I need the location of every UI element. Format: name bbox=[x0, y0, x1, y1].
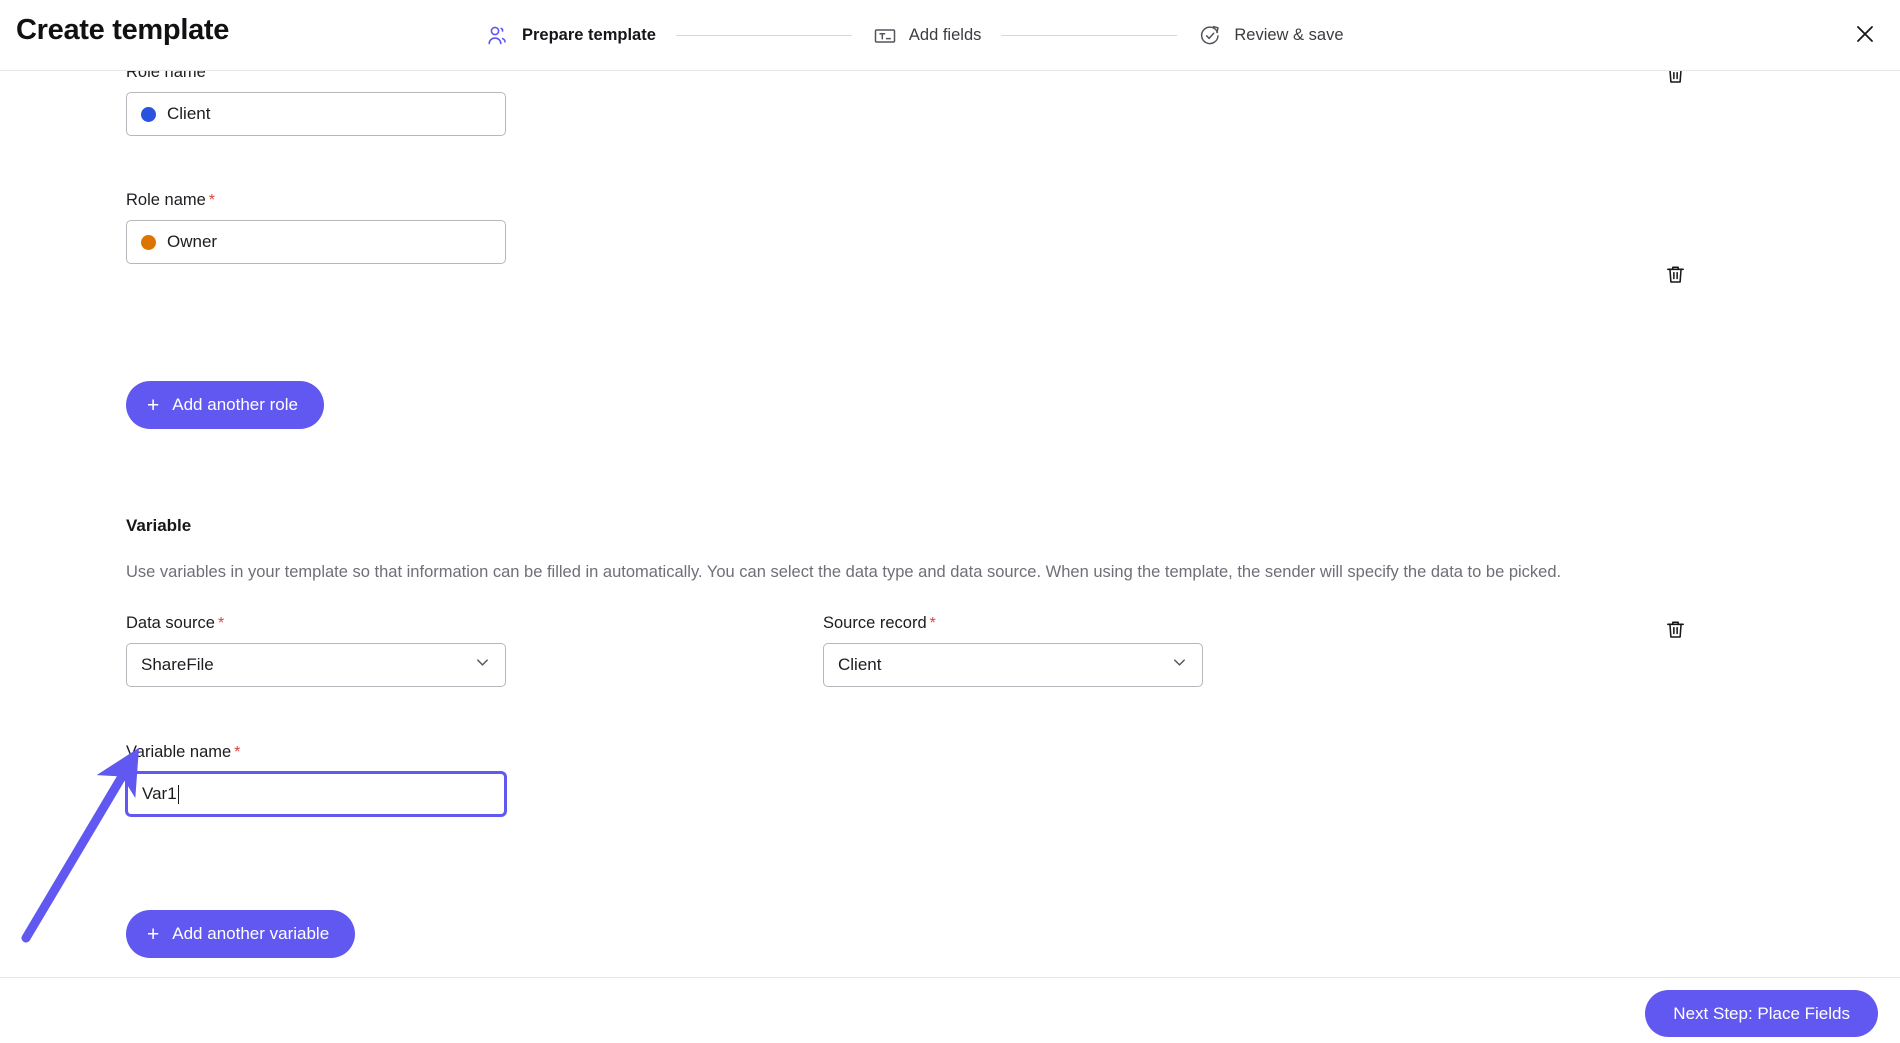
users-icon bbox=[485, 23, 511, 49]
close-button[interactable] bbox=[1848, 18, 1882, 52]
source-record-group: Source record * Client bbox=[823, 614, 1203, 687]
required-asterisk: * bbox=[208, 192, 216, 209]
step-label-add-fields: Add fields bbox=[908, 26, 982, 44]
source-record-value: Client bbox=[838, 655, 882, 674]
source-record-label: Source record * bbox=[823, 614, 1203, 633]
stepper-connector-2 bbox=[1001, 35, 1178, 36]
step-label-review-save: Review & save bbox=[1234, 26, 1344, 44]
variable-section-title: Variable bbox=[126, 516, 192, 535]
chevron-down-icon bbox=[474, 654, 491, 676]
trash-icon bbox=[1664, 71, 1687, 89]
wizard-stepper: Prepare template Add fields Review & sav… bbox=[485, 0, 1344, 71]
required-asterisk: * bbox=[217, 615, 225, 632]
variable-name-label: Variable name * bbox=[126, 743, 506, 762]
data-source-group: Data source * ShareFile bbox=[126, 614, 506, 687]
next-step-place-fields-button[interactable]: Next Step: Place Fields bbox=[1645, 990, 1878, 1037]
step-label-prepare-template: Prepare template bbox=[522, 26, 656, 44]
variable-name-label-text: Variable name bbox=[126, 743, 232, 761]
close-icon bbox=[1854, 23, 1876, 48]
data-source-label-text: Data source bbox=[126, 614, 215, 632]
trash-icon bbox=[1664, 618, 1687, 644]
plus-icon: + bbox=[147, 922, 160, 946]
text-field-icon bbox=[872, 23, 898, 49]
source-record-label-text: Source record bbox=[823, 614, 927, 632]
variable-name-value: Var1 bbox=[142, 784, 177, 803]
role-color-dot-owner bbox=[141, 234, 156, 250]
plus-icon: + bbox=[147, 393, 160, 417]
chevron-down-icon bbox=[1171, 654, 1188, 676]
required-asterisk: * bbox=[234, 744, 241, 761]
stepper-connector-1 bbox=[675, 35, 852, 36]
trash-icon bbox=[1664, 263, 1687, 289]
role-name-input-1[interactable]: Client bbox=[126, 92, 506, 136]
delete-variable-button[interactable] bbox=[1660, 616, 1690, 646]
source-record-select[interactable]: Client bbox=[823, 643, 1203, 687]
step-prepare-template[interactable]: Prepare template bbox=[485, 23, 656, 49]
variable-section-description: Use variables in your template so that i… bbox=[126, 563, 1562, 581]
text-cursor bbox=[177, 784, 180, 804]
step-add-fields[interactable]: Add fields bbox=[872, 23, 981, 49]
step-review-save[interactable]: Review & save bbox=[1197, 23, 1344, 49]
app-footer: Next Step: Place Fields bbox=[0, 977, 1900, 1043]
add-another-role-label: Add another role bbox=[172, 395, 298, 414]
data-source-select[interactable]: ShareFile bbox=[126, 643, 506, 687]
role-name-label-text-2: Role name bbox=[126, 191, 206, 209]
delete-role-button-2[interactable] bbox=[1660, 261, 1690, 291]
role-name-input-2[interactable]: Owner bbox=[126, 220, 506, 264]
data-source-label: Data source * bbox=[126, 614, 506, 633]
page-title: Create template bbox=[16, 14, 230, 46]
create-template-modal: Create template Prepare template Add fie… bbox=[0, 0, 1900, 1043]
role-color-dot-client bbox=[141, 106, 156, 122]
data-source-value: ShareFile bbox=[141, 655, 214, 674]
required-asterisk: * bbox=[929, 615, 936, 632]
add-another-variable-label: Add another variable bbox=[172, 924, 330, 943]
form-scroll-area[interactable]: Role name Client Role name * Owner + Add… bbox=[0, 71, 1900, 977]
add-another-variable-button[interactable]: + Add another variable bbox=[126, 910, 356, 958]
variable-name-group: Variable name * Var1 bbox=[126, 743, 506, 816]
add-another-role-button[interactable]: + Add another role bbox=[126, 381, 324, 429]
role-name-label-1: Role name bbox=[126, 71, 206, 81]
delete-role-button-1[interactable] bbox=[1660, 71, 1690, 91]
role-group-2: Role name * Owner bbox=[126, 191, 506, 264]
role-name-value-2: Owner bbox=[167, 232, 218, 251]
role-group-1: Role name Client bbox=[126, 71, 506, 136]
role-name-value-1: Client bbox=[167, 104, 211, 123]
variable-name-input[interactable]: Var1 bbox=[126, 772, 506, 816]
role-name-label-2: Role name * bbox=[126, 191, 506, 210]
app-header: Create template Prepare template Add fie… bbox=[0, 0, 1900, 71]
check-circle-arrow-icon bbox=[1197, 23, 1223, 49]
